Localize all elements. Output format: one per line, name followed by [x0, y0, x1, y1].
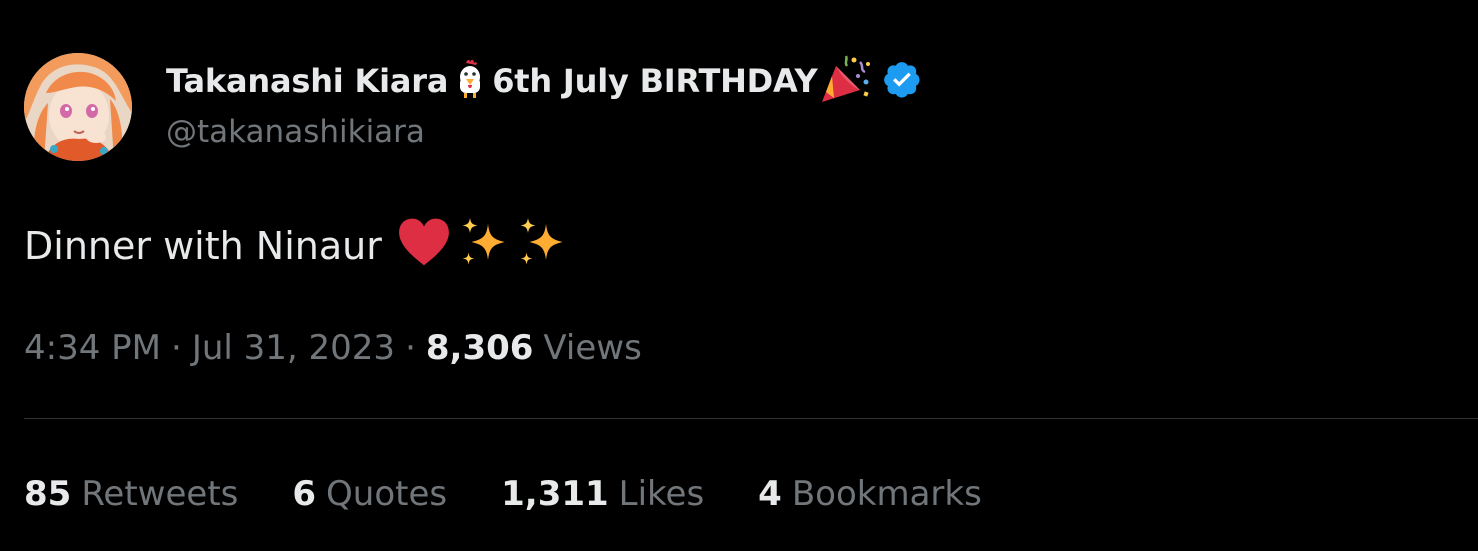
meta-separator: ·: [405, 328, 416, 368]
stat-bookmarks[interactable]: 4 Bookmarks: [758, 474, 982, 514]
chicken-icon: [454, 59, 486, 103]
stat-label: Bookmarks: [791, 474, 982, 514]
tweet-meta: 4:34 PM · Jul 31, 2023 · 8,306 Views: [24, 322, 642, 374]
stat-count: 1,311: [501, 474, 609, 514]
stat-count: 85: [24, 474, 72, 514]
meta-separator: ·: [171, 328, 182, 368]
red-heart-icon: [396, 217, 452, 276]
author-name-row: Takanashi Kiara 6th July BIRTHDAY: [166, 54, 922, 108]
views-count: 8,306: [425, 328, 534, 368]
stat-quotes[interactable]: 6 Quotes: [292, 474, 447, 514]
author-handle[interactable]: @takanashikiara: [166, 114, 425, 150]
stat-count: 6: [292, 474, 317, 514]
display-name-suffix[interactable]: 6th July BIRTHDAY: [492, 62, 817, 100]
sparkles-icon: [458, 215, 512, 278]
stat-count: 4: [758, 474, 782, 514]
party-popper-icon: [820, 54, 872, 108]
stat-label: Likes: [618, 474, 705, 514]
stat-likes[interactable]: 1,311 Likes: [501, 474, 704, 514]
divider: [24, 418, 1478, 419]
tweet-text-body: Dinner with Ninaur: [24, 224, 382, 268]
tweet-detail: Takanashi Kiara 6th July BIRTHDAY @takan…: [0, 0, 1478, 551]
avatar[interactable]: [24, 53, 132, 161]
tweet-text: Dinner with Ninaur: [24, 217, 570, 276]
stat-label: Retweets: [81, 474, 239, 514]
anime-avatar-icon: [24, 53, 132, 161]
engagement-stats: 85 Retweets 6 Quotes 1,311 Likes 4 Bookm…: [24, 468, 1036, 520]
tweet-date[interactable]: Jul 31, 2023: [192, 328, 395, 368]
tweet-time[interactable]: 4:34 PM: [24, 328, 161, 368]
verified-badge-icon[interactable]: [882, 59, 922, 103]
views-label: Views: [543, 328, 642, 368]
stat-retweets[interactable]: 85 Retweets: [24, 474, 238, 514]
display-name[interactable]: Takanashi Kiara: [166, 62, 448, 100]
sparkles-icon: [516, 215, 570, 278]
stat-label: Quotes: [326, 474, 448, 514]
